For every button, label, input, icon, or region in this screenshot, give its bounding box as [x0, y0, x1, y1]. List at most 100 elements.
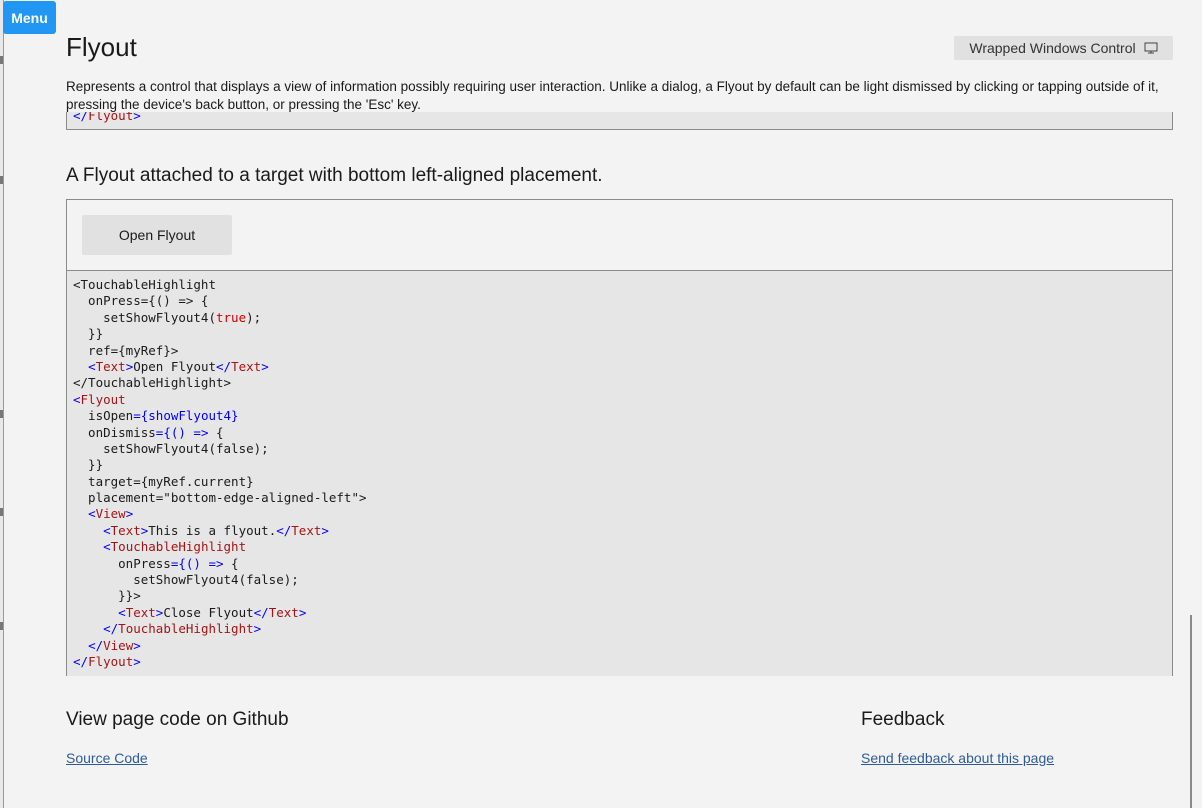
code-token: </: [73, 112, 89, 123]
code-line: setShowFlyout4(true);: [73, 310, 367, 326]
code-token: Close Flyout: [163, 604, 254, 620]
code-token: ={() =>: [170, 555, 224, 571]
code-token: <: [88, 506, 96, 522]
code-token: View: [95, 506, 126, 522]
code-token: View: [103, 637, 134, 653]
code-line: </TouchableHighlight>: [73, 375, 367, 391]
page-title: Flyout: [66, 32, 137, 62]
code-token: </: [253, 604, 269, 620]
send-feedback-link[interactable]: Send feedback about this page: [861, 750, 1054, 766]
code-token: Flyout: [80, 391, 126, 407]
code-block: <TouchableHighlight onPress={() => { set…: [73, 277, 367, 670]
code-panel: <TouchableHighlight onPress={() => { set…: [67, 270, 1172, 676]
code-line: </Flyout>: [73, 654, 367, 670]
code-token: setShowFlyout4(false);: [73, 440, 269, 456]
code-token: placement="bottom-edge-aligned-left">: [73, 490, 367, 506]
code-token: </: [103, 621, 119, 637]
code-token: </: [73, 653, 89, 669]
monitor-icon: [1144, 42, 1158, 54]
code-line: <Text>Open Flyout</Text>: [73, 359, 367, 375]
code-line: <Flyout: [73, 392, 367, 408]
code-token: </: [88, 637, 104, 653]
code-token: );: [246, 309, 262, 325]
code-token: Text: [291, 522, 322, 538]
code-token: }}: [73, 326, 104, 342]
code-token: >: [298, 604, 307, 620]
code-line: }}>: [73, 588, 367, 604]
code-line: <TouchableHighlight: [73, 277, 367, 293]
code-line: </Flyout>: [73, 112, 141, 123]
code-token: ={showFlyout4}: [133, 408, 239, 424]
open-flyout-button[interactable]: Open Flyout: [82, 215, 232, 255]
code-token: setShowFlyout4(false);: [73, 572, 299, 588]
previous-code-panel: </Flyout>: [66, 112, 1173, 130]
code-token: TouchableHighlight: [118, 621, 254, 637]
code-token: >: [133, 112, 141, 123]
code-token: </: [276, 522, 292, 538]
code-token: </: [216, 358, 232, 374]
code-token: Text: [110, 522, 141, 538]
code-token: {: [223, 555, 239, 571]
code-token: <: [103, 522, 111, 538]
code-token: onPress: [73, 555, 171, 571]
github-heading: View page code on Github: [66, 709, 289, 730]
menu-button[interactable]: Menu: [3, 1, 56, 34]
code-token: >: [133, 653, 141, 669]
code-token: Flyout: [88, 653, 134, 669]
code-token: }}: [73, 457, 104, 473]
code-token: <: [88, 358, 96, 374]
code-token: </TouchableHighlight>: [73, 375, 232, 391]
code-token: onPress={() => {: [73, 293, 209, 309]
code-line: onPress={() => {: [73, 556, 367, 572]
code-token: Text: [231, 358, 262, 374]
code-token: >: [321, 522, 329, 538]
code-token: }}>: [73, 588, 141, 604]
code-token: Text: [125, 604, 156, 620]
vertical-scrollbar[interactable]: [1190, 615, 1192, 808]
code-line: isOpen={showFlyout4}: [73, 408, 367, 424]
source-code-link[interactable]: Source Code: [66, 750, 148, 766]
code-token: target={myRef.current}: [73, 473, 254, 489]
edge-mark: [0, 508, 3, 516]
code-token: >: [125, 506, 134, 522]
example-container: Open Flyout <TouchableHighlight onPress=…: [66, 199, 1173, 676]
code-token: setShowFlyout4(: [73, 309, 216, 325]
example-heading: A Flyout attached to a target with botto…: [66, 165, 603, 186]
code-token: This is a flyout.: [148, 522, 277, 538]
code-token: >: [261, 358, 269, 374]
edge-mark: [0, 56, 3, 64]
code-token: {: [208, 424, 224, 440]
code-token: ={() =>: [155, 424, 209, 440]
code-token: <: [118, 604, 126, 620]
code-line: <Text>Close Flyout</Text>: [73, 605, 367, 621]
code-token: <: [103, 539, 111, 555]
edge-mark: [0, 176, 3, 184]
code-line: ref={myRef}>: [73, 343, 367, 359]
code-line: }}: [73, 457, 367, 473]
code-line: </View>: [73, 638, 367, 654]
code-token: <TouchableHighlight: [73, 277, 216, 292]
code-token: isOpen: [73, 408, 134, 424]
edge-mark: [0, 622, 3, 630]
code-line: <TouchableHighlight: [73, 539, 367, 555]
code-token: Text: [268, 604, 299, 620]
code-token: Flyout: [88, 112, 134, 123]
left-window-edge: [0, 0, 4, 808]
code-line: </TouchableHighlight>: [73, 621, 367, 637]
code-line: onPress={() => {: [73, 293, 367, 309]
code-token: ref={myRef}>: [73, 342, 179, 358]
code-line: setShowFlyout4(false);: [73, 572, 367, 588]
code-token: Text: [95, 358, 126, 374]
code-line: placement="bottom-edge-aligned-left">: [73, 490, 367, 506]
code-line: <View>: [73, 506, 367, 522]
page-description: Represents a control that displays a vie…: [66, 79, 1159, 112]
code-line: onDismiss={() => {: [73, 425, 367, 441]
code-token: <: [73, 391, 81, 407]
wrapped-windows-control-button[interactable]: Wrapped Windows Control: [954, 36, 1173, 60]
